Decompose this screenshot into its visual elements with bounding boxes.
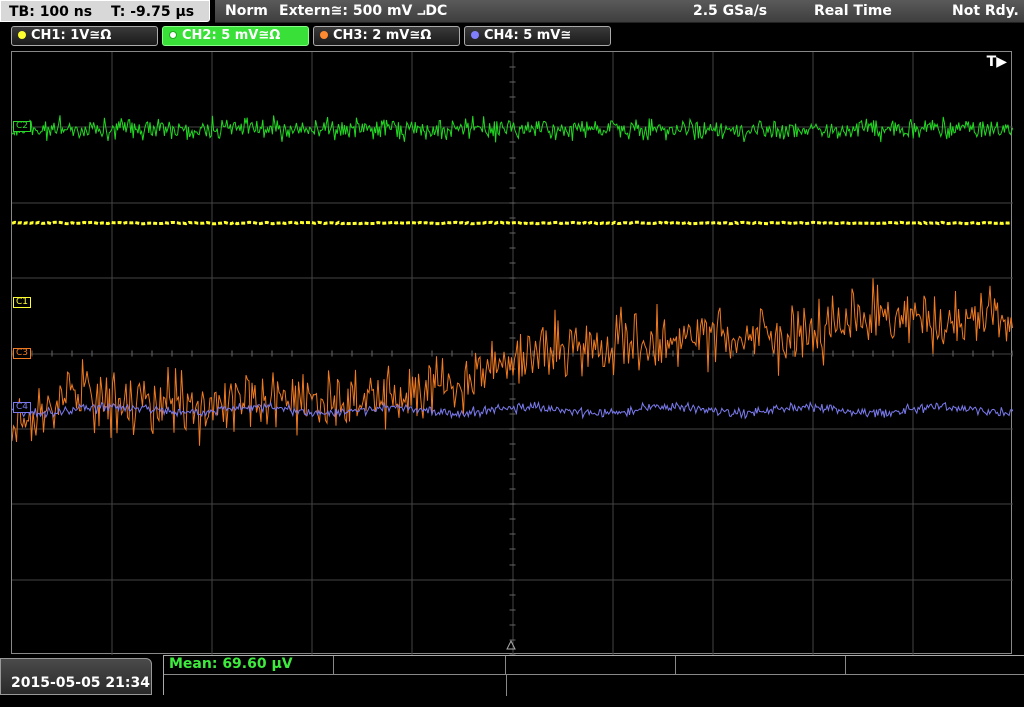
tab-ch3-label: CH3: 2 mV≅Ω bbox=[333, 28, 432, 43]
timebase-box[interactable]: TB: 100 ns T: -9.75 µs bbox=[0, 0, 210, 22]
ch2-level-marker[interactable]: C2 bbox=[13, 121, 32, 132]
tab-ch4[interactable]: CH4: 5 mV≅ bbox=[464, 26, 611, 46]
mean-measurement: Mean: 69.60 µV bbox=[169, 656, 293, 672]
measurement-cell[interactable] bbox=[334, 656, 506, 674]
tab-ch4-label: CH4: 5 mV≅ bbox=[484, 28, 572, 43]
measurement-cell[interactable] bbox=[506, 656, 676, 674]
trigger-source[interactable]: Extern≅: 500 mV ⨼DC bbox=[279, 3, 447, 19]
channel-tabs: CH1: 1V≅Ω CH2: 5 mV≅Ω CH3: 2 mV≅Ω CH4: 5… bbox=[0, 26, 1024, 48]
date-time-value: 2015-05-05 21:34 bbox=[11, 675, 150, 691]
timebase-value: TB: 100 ns bbox=[9, 4, 93, 20]
ch1-level-marker[interactable]: C1 bbox=[13, 297, 32, 308]
trigger-position-icon[interactable] bbox=[506, 639, 516, 650]
waveform-display[interactable]: C2 C1 C3 C4 T▶ bbox=[11, 51, 1013, 655]
waveform-canvas[interactable] bbox=[12, 52, 1013, 655]
tab-ch3[interactable]: CH3: 2 mV≅Ω bbox=[313, 26, 460, 46]
ch4-dot-icon bbox=[471, 30, 479, 39]
measurement-row-divider bbox=[164, 674, 1024, 675]
ch3-level-marker[interactable]: C3 bbox=[13, 348, 32, 359]
tab-ch2[interactable]: CH2: 5 mV≅Ω bbox=[162, 26, 309, 46]
status-bar: TB: 100 ns T: -9.75 µs Norm Extern≅: 500… bbox=[0, 0, 1024, 24]
date-time: 2015-05-05 21:34 bbox=[0, 658, 152, 695]
tab-ch1[interactable]: CH1: 1V≅Ω bbox=[11, 26, 158, 46]
acquisition-status: Not Rdy. bbox=[952, 3, 1019, 19]
bottom-bar: 2015-05-05 21:34 Mean: 69.60 µV bbox=[0, 655, 1024, 696]
trigger-mode[interactable]: Norm bbox=[225, 3, 268, 19]
ch3-waveform bbox=[12, 278, 1013, 446]
trigger-time-value: T: -9.75 µs bbox=[110, 4, 195, 20]
ch4-level-marker[interactable]: C4 bbox=[13, 402, 32, 413]
ch3-dot-icon bbox=[320, 30, 328, 39]
ch1-waveform bbox=[12, 220, 1012, 226]
ch1-dot-icon bbox=[18, 30, 26, 39]
measurement-divider bbox=[506, 674, 507, 696]
acquisition-mode[interactable]: Real Time bbox=[814, 3, 892, 19]
tab-ch2-label: CH2: 5 mV≅Ω bbox=[182, 28, 281, 43]
measurement-cell[interactable] bbox=[676, 656, 846, 674]
tab-ch1-label: CH1: 1V≅Ω bbox=[31, 28, 112, 43]
measurement-table[interactable]: Mean: 69.60 µV bbox=[163, 655, 1024, 696]
sample-rate: 2.5 GSa/s bbox=[693, 3, 768, 19]
trigger-level-icon[interactable]: T▶ bbox=[987, 54, 1007, 70]
trigger-info-bar[interactable]: Norm Extern≅: 500 mV ⨼DC 2.5 GSa/s Real … bbox=[215, 0, 1024, 23]
ch2-waveform bbox=[12, 115, 1013, 143]
measurement-cell[interactable] bbox=[846, 656, 1024, 674]
ch2-dot-icon bbox=[169, 30, 177, 39]
graticule bbox=[12, 52, 1013, 655]
measurement-cell-mean[interactable]: Mean: 69.60 µV bbox=[164, 656, 334, 674]
